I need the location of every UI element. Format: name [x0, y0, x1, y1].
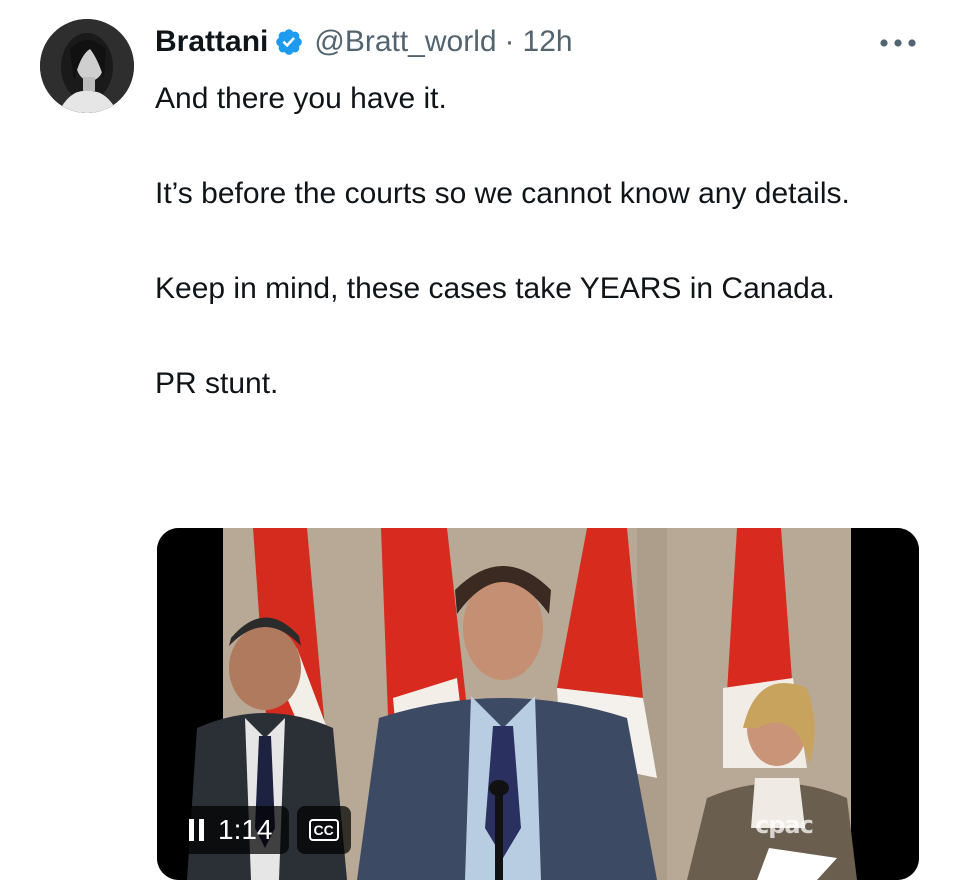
captions-button[interactable]: CC	[296, 806, 351, 854]
separator-dot: ·	[504, 25, 515, 58]
channel-watermark: cpac	[755, 811, 814, 839]
cc-icon: CC	[308, 819, 339, 841]
video-player[interactable]: 1:14 CC cpac	[157, 528, 919, 880]
video-controls: 1:14 CC	[175, 806, 351, 854]
timestamp[interactable]: 12h	[523, 25, 573, 59]
more-horizontal-icon	[880, 39, 916, 47]
play-pause-control[interactable]: 1:14	[175, 806, 289, 854]
avatar[interactable]	[40, 19, 134, 113]
pause-icon[interactable]	[189, 819, 204, 841]
tweet-header: Brattani @Bratt_world · 12h	[155, 22, 573, 62]
user-handle[interactable]: @Bratt_world	[314, 25, 496, 59]
tweet-paragraph: It’s before the courts so we cannot know…	[155, 177, 850, 210]
tweet-paragraph: Keep in mind, these cases take YEARS in …	[155, 272, 835, 305]
avatar-image	[40, 19, 134, 113]
tweet-text: And there you have it. It’s before the c…	[155, 76, 915, 406]
display-name[interactable]: Brattani	[155, 25, 268, 59]
more-options-button[interactable]	[876, 28, 920, 58]
tweet-paragraph: PR stunt.	[155, 367, 279, 400]
tweet-paragraph: And there you have it.	[155, 82, 447, 115]
playback-time: 1:14	[218, 814, 273, 845]
verified-badge-icon	[276, 29, 303, 55]
